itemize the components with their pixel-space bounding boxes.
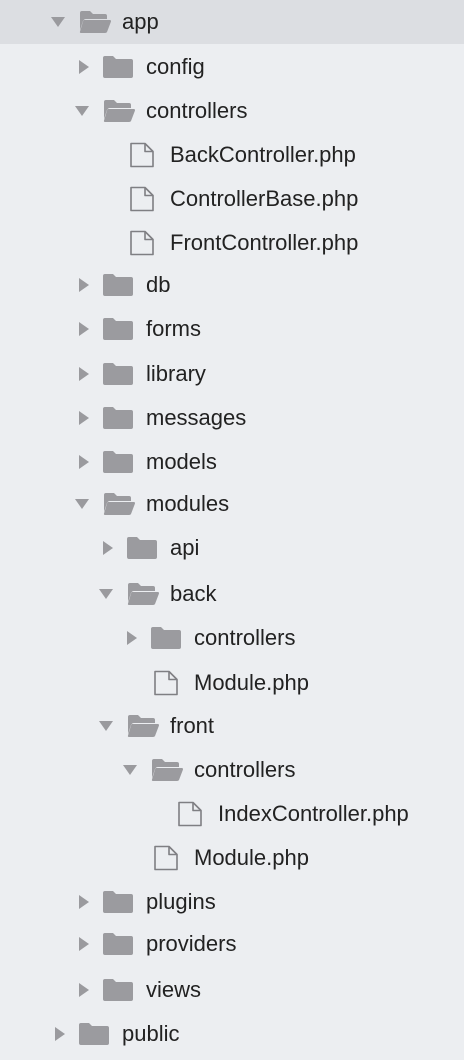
file-icon [129, 221, 155, 265]
chevron-right-icon[interactable] [76, 922, 92, 966]
tree-row-models[interactable]: models [0, 440, 464, 484]
chevron-right-icon[interactable] [76, 307, 92, 351]
chevron-right-icon[interactable] [76, 45, 92, 89]
tree-row-front-module-php[interactable]: Module.php [0, 836, 464, 880]
tree-item-label: IndexController.php [218, 801, 409, 826]
file-icon [153, 836, 179, 880]
folder-icon [102, 307, 134, 351]
tree-row-views[interactable]: views [0, 968, 464, 1012]
chevron-right-icon[interactable] [76, 440, 92, 484]
chevron-right-icon[interactable] [124, 616, 140, 660]
tree-row-plugins[interactable]: plugins [0, 880, 464, 924]
tree-row-back-module-php[interactable]: Module.php [0, 661, 464, 705]
file-tree: app config controllers BackController.ph… [0, 0, 464, 1060]
tree-item-label: app [122, 9, 159, 34]
file-icon [129, 133, 155, 177]
folder-icon [102, 880, 134, 924]
tree-item-label: controllers [146, 98, 248, 123]
chevron-right-icon[interactable] [76, 396, 92, 440]
chevron-down-icon[interactable] [74, 89, 90, 133]
chevron-down-icon[interactable] [74, 482, 90, 526]
tree-row-controllers[interactable]: controllers [0, 89, 464, 133]
chevron-down-icon[interactable] [98, 704, 114, 748]
tree-row-frontcontroller-php[interactable]: FrontController.php [0, 221, 464, 265]
tree-row-messages[interactable]: messages [0, 396, 464, 440]
tree-item-label: public [122, 1021, 180, 1046]
folder-icon [102, 263, 134, 307]
tree-item-label: views [146, 977, 202, 1002]
file-icon [129, 177, 155, 221]
folder-open-icon [78, 0, 112, 44]
tree-item-label: Module.php [194, 845, 309, 870]
tree-row-indexcontroller-php[interactable]: IndexController.php [0, 792, 464, 836]
tree-item-label: modules [146, 491, 230, 516]
tree-item-label: messages [146, 405, 247, 430]
tree-item-label: providers [146, 931, 237, 956]
tree-row-library[interactable]: library [0, 352, 464, 396]
chevron-right-icon[interactable] [76, 968, 92, 1012]
file-icon [153, 661, 179, 705]
chevron-down-icon[interactable] [122, 748, 138, 792]
folder-open-icon [126, 704, 160, 748]
tree-row-db[interactable]: db [0, 263, 464, 307]
tree-item-label: back [170, 581, 217, 606]
tree-row-forms[interactable]: forms [0, 307, 464, 351]
tree-item-label: controllers [194, 625, 296, 650]
chevron-down-icon[interactable] [98, 572, 114, 616]
tree-item-label: config [146, 54, 205, 79]
chevron-right-icon[interactable] [52, 1012, 68, 1056]
tree-item-label: Module.php [194, 670, 309, 695]
tree-row-public[interactable]: public [0, 1012, 464, 1056]
file-icon [177, 792, 203, 836]
chevron-right-icon[interactable] [100, 526, 116, 570]
folder-open-icon [126, 572, 160, 616]
tree-item-label: api [170, 535, 200, 560]
tree-item-label: models [146, 449, 217, 474]
folder-icon [102, 440, 134, 484]
folder-icon [102, 922, 134, 966]
folder-icon [150, 616, 182, 660]
tree-item-label: library [146, 361, 206, 386]
folder-icon [102, 968, 134, 1012]
chevron-right-icon[interactable] [76, 880, 92, 924]
tree-row-front[interactable]: front [0, 704, 464, 748]
chevron-down-icon[interactable] [50, 0, 66, 44]
tree-row-backcontroller-php[interactable]: BackController.php [0, 133, 464, 177]
chevron-right-icon[interactable] [76, 352, 92, 396]
tree-row-app[interactable]: app [0, 0, 464, 44]
tree-item-label: FrontController.php [170, 230, 359, 255]
tree-item-label: controllers [194, 757, 296, 782]
tree-row-front-controllers[interactable]: controllers [0, 748, 464, 792]
tree-row-config[interactable]: config [0, 45, 464, 89]
tree-item-label: forms [146, 316, 201, 341]
tree-row-api[interactable]: api [0, 526, 464, 570]
folder-icon [102, 396, 134, 440]
folder-icon [102, 352, 134, 396]
tree-item-label: plugins [146, 889, 216, 914]
tree-item-label: db [146, 272, 171, 297]
tree-row-controllerbase-php[interactable]: ControllerBase.php [0, 177, 464, 221]
tree-item-label: front [170, 713, 215, 738]
tree-item-label: ControllerBase.php [170, 186, 359, 211]
folder-open-icon [150, 748, 184, 792]
chevron-right-icon[interactable] [76, 263, 92, 307]
tree-item-label: BackController.php [170, 142, 356, 167]
folder-open-icon [102, 482, 136, 526]
tree-row-back[interactable]: back [0, 572, 464, 616]
tree-row-providers[interactable]: providers [0, 922, 464, 966]
folder-icon [78, 1012, 110, 1056]
tree-row-back-controllers[interactable]: controllers [0, 616, 464, 660]
folder-icon [126, 526, 158, 570]
folder-open-icon [102, 89, 136, 133]
tree-row-modules[interactable]: modules [0, 482, 464, 526]
folder-icon [102, 45, 134, 89]
